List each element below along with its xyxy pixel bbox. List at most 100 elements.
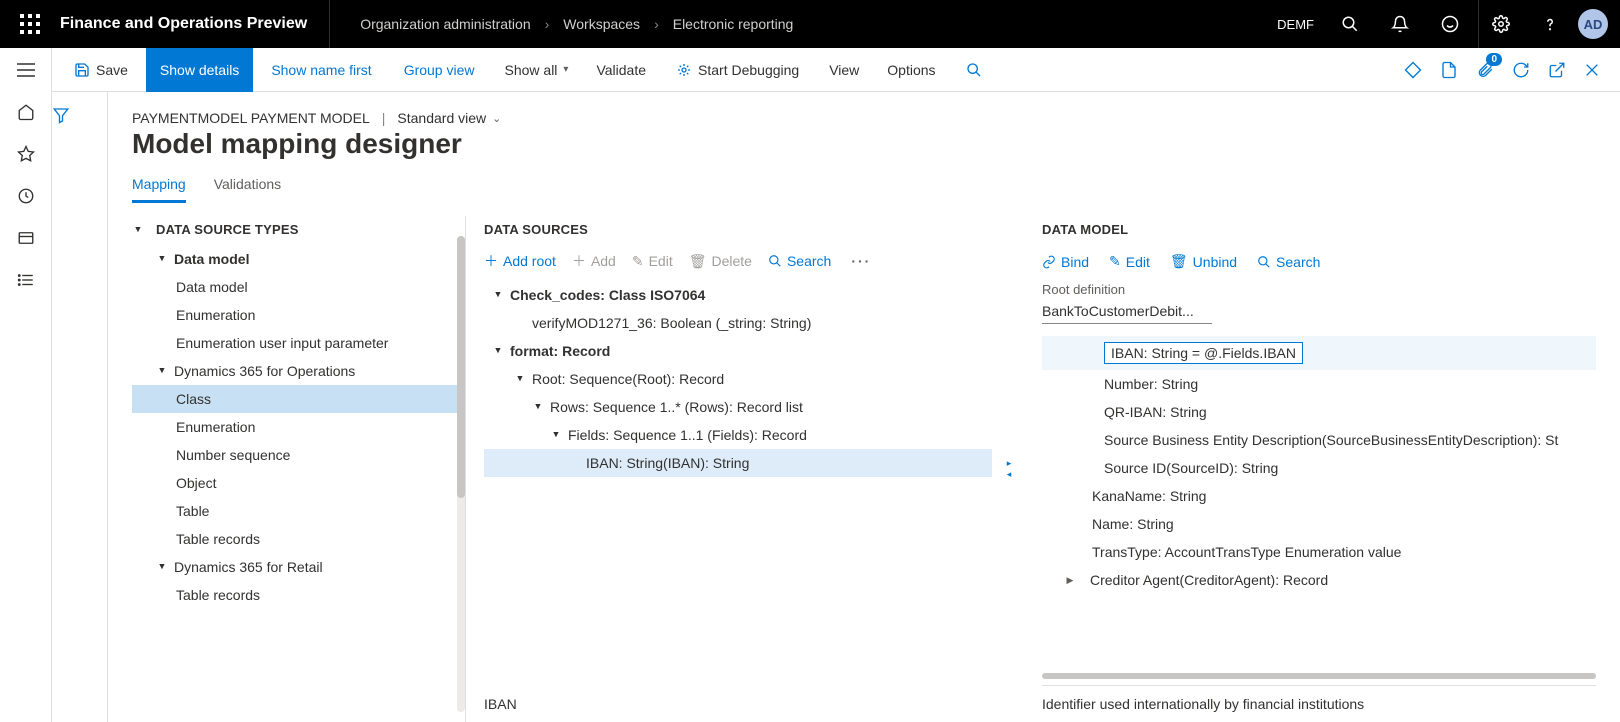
- edit-button[interactable]: ✎Edit: [1109, 253, 1150, 270]
- tree-item[interactable]: TransType: AccountTransType Enumeration …: [1042, 538, 1596, 566]
- tree-item[interactable]: Rows: Sequence 1..* (Rows): Record list: [484, 393, 992, 421]
- start-debugging-button[interactable]: Start Debugging: [662, 48, 813, 92]
- resize-handle[interactable]: ▸◂: [1006, 216, 1012, 722]
- tree-item[interactable]: Number sequence: [132, 441, 461, 469]
- tree-item[interactable]: Class: [132, 385, 461, 413]
- module-icon[interactable]: [16, 228, 36, 248]
- clock-icon[interactable]: [16, 186, 36, 206]
- tree-item[interactable]: Enumeration: [132, 413, 461, 441]
- chevron-right-icon: ›: [545, 16, 550, 32]
- tree-item[interactable]: verifyMOD1271_36: Boolean (_string: Stri…: [484, 309, 992, 337]
- smiley-icon[interactable]: [1428, 0, 1472, 48]
- more-icon[interactable]: ···: [847, 253, 875, 269]
- section-header: DATA SOURCES: [484, 222, 992, 237]
- tab-validations[interactable]: Validations: [214, 176, 281, 203]
- data-sources-panel: DATA SOURCES ＋Add root ＋Add ✎Edit 🗑Delet…: [480, 216, 992, 722]
- help-icon[interactable]: [1528, 0, 1572, 48]
- tab-row: Mapping Validations: [132, 176, 1596, 204]
- tree-item[interactable]: Check_codes: Class ISO7064: [484, 281, 992, 309]
- tree-item[interactable]: Dynamics 365 for Operations: [132, 357, 461, 385]
- tree-item[interactable]: IBAN: String = @.Fields.IBAN: [1042, 336, 1596, 370]
- validate-button[interactable]: Validate: [584, 48, 658, 92]
- unbind-button[interactable]: 🗑Unbind: [1170, 253, 1237, 270]
- show-all-dropdown[interactable]: Show all▾: [493, 48, 581, 92]
- home-icon[interactable]: [16, 102, 36, 122]
- search-button[interactable]: Search: [768, 253, 831, 269]
- horizontal-scrollbar[interactable]: [1042, 673, 1596, 679]
- tree-item[interactable]: Fields: Sequence 1..1 (Fields): Record: [484, 421, 992, 449]
- tree-item[interactable]: format: Record: [484, 337, 992, 365]
- data-sources-toolbar: ＋Add root ＋Add ✎Edit 🗑Delete Search ···: [484, 251, 992, 271]
- star-icon[interactable]: [16, 144, 36, 164]
- show-name-first-button[interactable]: Show name first: [257, 48, 385, 92]
- gear-icon[interactable]: [1478, 0, 1522, 48]
- filter-column: [52, 92, 108, 722]
- tree-item[interactable]: Table records: [132, 581, 461, 609]
- tree-item[interactable]: Table records: [132, 525, 461, 553]
- caret-icon: [1064, 575, 1076, 586]
- caret-icon: [156, 366, 168, 377]
- page-search-icon[interactable]: [952, 48, 996, 92]
- refresh-icon[interactable]: [1508, 57, 1534, 83]
- tree-item[interactable]: QR-IBAN: String: [1042, 398, 1596, 426]
- save-button[interactable]: Save: [60, 48, 142, 92]
- search-icon[interactable]: [1328, 0, 1372, 48]
- bell-icon[interactable]: [1378, 0, 1422, 48]
- scrollbar[interactable]: [457, 236, 465, 712]
- filter-icon[interactable]: [52, 106, 107, 124]
- app-launcher-icon[interactable]: [6, 14, 54, 34]
- app-title: Finance and Operations Preview: [54, 0, 330, 48]
- group-view-button[interactable]: Group view: [390, 48, 489, 92]
- caret-icon: [156, 562, 168, 573]
- data-source-types-panel: DATA SOURCE TYPES Data modelData modelEn…: [132, 216, 466, 722]
- show-details-button[interactable]: Show details: [146, 48, 253, 92]
- attachments-icon[interactable]: 0: [1472, 57, 1498, 83]
- search-button[interactable]: Search: [1257, 253, 1320, 270]
- view-menu[interactable]: View: [817, 48, 871, 92]
- breadcrumb-item[interactable]: Organization administration: [360, 16, 530, 32]
- close-icon[interactable]: [1580, 58, 1604, 82]
- action-bar: Save Show details Show name first Group …: [52, 48, 1620, 92]
- tree-item[interactable]: Dynamics 365 for Retail: [132, 553, 461, 581]
- tree-item[interactable]: Root: Sequence(Root): Record: [484, 365, 992, 393]
- caret-icon: [550, 430, 562, 441]
- hamburger-icon[interactable]: [16, 60, 36, 80]
- popout-icon[interactable]: [1544, 57, 1570, 83]
- tree-item[interactable]: Creditor Agent(CreditorAgent): Record: [1042, 566, 1596, 594]
- types-tree: Data modelData modelEnumerationEnumerati…: [132, 245, 461, 609]
- options-menu[interactable]: Options: [875, 48, 947, 92]
- avatar[interactable]: AD: [1578, 9, 1608, 39]
- page-icon[interactable]: [1436, 57, 1462, 83]
- breadcrumb-item[interactable]: Workspaces: [563, 16, 640, 32]
- view-selector[interactable]: Standard view ⌄: [397, 110, 501, 126]
- plus-icon: ＋: [484, 251, 498, 271]
- tree-item[interactable]: IBAN: String(IBAN): String: [484, 449, 992, 477]
- tree-item[interactable]: Enumeration user input parameter: [132, 329, 461, 357]
- add-root-button[interactable]: ＋Add root: [484, 251, 556, 271]
- chevron-down-icon[interactable]: [132, 225, 144, 236]
- tree-item[interactable]: Table: [132, 497, 461, 525]
- section-header: DATA SOURCE TYPES: [156, 222, 299, 237]
- tree-item[interactable]: Source ID(SourceID): String: [1042, 454, 1596, 482]
- tree-item[interactable]: Enumeration: [132, 301, 461, 329]
- sources-footer: IBAN: [484, 686, 992, 722]
- tree-item[interactable]: Name: String: [1042, 510, 1596, 538]
- tree-item[interactable]: Object: [132, 469, 461, 497]
- bind-button[interactable]: Bind: [1042, 253, 1089, 270]
- page-crumb: PAYMENTMODEL PAYMENT MODEL | Standard vi…: [132, 110, 1596, 126]
- breadcrumb-item[interactable]: Electronic reporting: [673, 16, 794, 32]
- tree-item[interactable]: Number: String: [1042, 370, 1596, 398]
- list-icon[interactable]: [16, 270, 36, 290]
- caret-icon: [492, 346, 504, 357]
- tab-mapping[interactable]: Mapping: [132, 176, 186, 203]
- pencil-icon: ✎: [1109, 253, 1121, 270]
- tree-item[interactable]: KanaName: String: [1042, 482, 1596, 510]
- tree-item[interactable]: Data model: [132, 273, 461, 301]
- diamond-icon[interactable]: [1400, 57, 1426, 83]
- tree-item[interactable]: Data model: [132, 245, 461, 273]
- tree-item[interactable]: Source Business Entity Description(Sourc…: [1042, 426, 1596, 454]
- data-model-panel: DATA MODEL Bind ✎Edit 🗑Unbind Search Roo…: [1026, 216, 1596, 722]
- company-picker[interactable]: DEMF: [1269, 17, 1322, 32]
- root-definition-value[interactable]: BankToCustomerDebit...: [1042, 299, 1212, 324]
- data-model-toolbar: Bind ✎Edit 🗑Unbind Search: [1042, 253, 1596, 270]
